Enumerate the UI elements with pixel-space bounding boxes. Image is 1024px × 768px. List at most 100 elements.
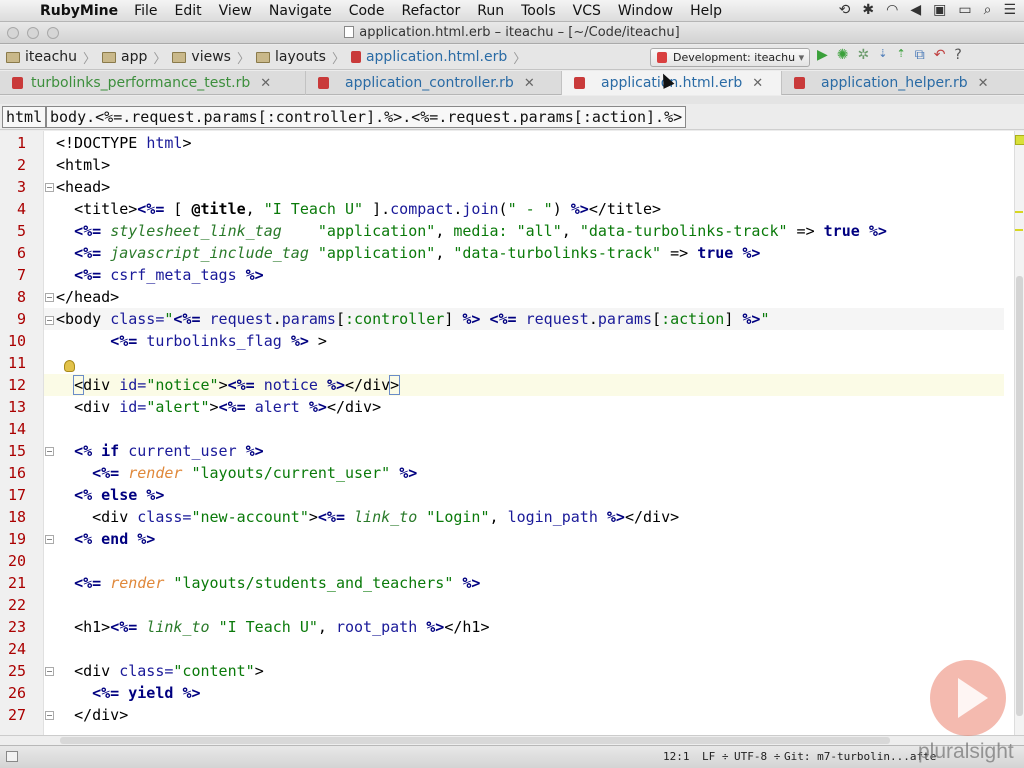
menu-navigate[interactable]: Navigate: [269, 3, 332, 19]
menu-window[interactable]: Window: [618, 3, 673, 19]
tab-turbolinks-performance-test[interactable]: turbolinks_performance_test.rb ✕: [0, 71, 306, 95]
close-icon[interactable]: ✕: [752, 72, 763, 95]
caret-position[interactable]: 12:1: [663, 746, 690, 768]
menu-help[interactable]: Help: [690, 3, 722, 19]
line-separator[interactable]: LF ÷: [702, 746, 729, 768]
editor-tabs: turbolinks_performance_test.rb ✕ applicat…: [0, 71, 1024, 95]
code-line-3: <head>: [56, 178, 111, 196]
notification-center-icon[interactable]: ☰: [1003, 2, 1016, 18]
line-number: 18: [7, 508, 26, 526]
line-number: 26: [7, 684, 26, 702]
scrollbar-thumb[interactable]: [1016, 276, 1023, 716]
zoom-window-button[interactable]: [47, 27, 59, 39]
breadcrumb-file[interactable]: application.html.erb: [350, 49, 508, 65]
menu-tools[interactable]: Tools: [521, 3, 556, 19]
line-number: 12: [7, 376, 26, 394]
vertical-scrollbar[interactable]: [1014, 131, 1024, 735]
line-number: 24: [7, 640, 26, 658]
line-number: 17: [7, 486, 26, 504]
menu-code[interactable]: Code: [349, 3, 385, 19]
code-line-19: <% end %>: [74, 530, 156, 548]
tab-application-controller[interactable]: application_controller.rb ✕: [306, 71, 562, 95]
vcs-update-icon[interactable]: ⇣: [878, 47, 887, 63]
fold-marker[interactable]: [45, 535, 54, 544]
code-editor[interactable]: 1 2 3 4 5 6 7 8 9 10 11 12 13 14 15 16 17 18 19 20 21 22 23 24 2…: [0, 131, 1024, 735]
breadcrumb-label: views: [191, 49, 231, 65]
tab-label: application_controller.rb: [345, 74, 514, 91]
close-icon[interactable]: ✕: [524, 72, 535, 95]
window-controls: [7, 27, 59, 39]
volume-icon[interactable]: ◀: [910, 2, 921, 18]
breadcrumb-app[interactable]: app: [102, 49, 147, 65]
file-encoding[interactable]: UTF-8 ÷: [734, 746, 780, 768]
bluetooth-icon[interactable]: ✱: [862, 2, 874, 18]
breadcrumb-label: layouts: [274, 49, 326, 65]
menu-vcs[interactable]: VCS: [573, 3, 601, 19]
breadcrumb-layouts[interactable]: layouts: [255, 49, 326, 65]
fold-marker[interactable]: [45, 667, 54, 676]
menu-bar: RubyMine File Edit View Navigate Code Re…: [0, 0, 1024, 22]
menu-edit[interactable]: Edit: [175, 3, 202, 19]
window-titlebar: application.html.erb – iteachu – [~/Code…: [0, 22, 1024, 44]
help-icon[interactable]: ?: [954, 47, 961, 63]
menu-run[interactable]: Run: [477, 3, 504, 19]
run-icon[interactable]: ▶: [817, 47, 828, 63]
revert-icon[interactable]: ↶: [934, 47, 946, 63]
coverage-icon[interactable]: ✲: [858, 47, 870, 63]
fold-marker[interactable]: [45, 293, 54, 302]
horizontal-scrollbar[interactable]: [0, 735, 1024, 745]
debug-icon[interactable]: ✺: [837, 47, 849, 63]
scrollbar-thumb[interactable]: [60, 737, 890, 744]
vcs-branch[interactable]: Git: m7-turbolin...afte: [784, 746, 936, 768]
line-number: 11: [7, 354, 26, 372]
tag-crumb-html[interactable]: html: [2, 106, 47, 128]
toolbar-separator: [0, 96, 1024, 104]
code-line-15: <% if current_user %>: [74, 442, 264, 460]
line-number: 8: [16, 288, 26, 306]
keyboard-icon[interactable]: ▣: [933, 2, 946, 18]
erb-file-icon: [574, 77, 585, 89]
tab-application-helper[interactable]: application_helper.rb ✕: [782, 71, 1024, 95]
warning-marker[interactable]: [1015, 211, 1023, 213]
pluralsight-play-logo: [930, 660, 1006, 736]
minimize-window-button[interactable]: [27, 27, 39, 39]
ruby-file-icon: [12, 77, 23, 89]
vcs-commit-icon[interactable]: ⇡: [896, 47, 905, 63]
close-icon[interactable]: ✕: [260, 72, 271, 95]
search-icon[interactable]: ⌕: [984, 2, 992, 18]
tab-label: application_helper.rb: [821, 74, 968, 91]
fold-marker[interactable]: [45, 316, 54, 325]
chevron-right-icon: 〉: [331, 51, 345, 67]
time-machine-icon[interactable]: ⟲: [839, 2, 851, 18]
intention-bulb-icon[interactable]: [64, 360, 75, 372]
display-icon[interactable]: ▭: [958, 2, 971, 18]
vcs-compare-icon[interactable]: ⧉: [915, 47, 925, 63]
inspection-status-icon[interactable]: [1015, 135, 1024, 145]
line-number: 10: [7, 332, 26, 350]
breadcrumb-project[interactable]: iteachu: [6, 49, 77, 65]
menu-refactor[interactable]: Refactor: [402, 3, 461, 19]
line-number-gutter[interactable]: 1 2 3 4 5 6 7 8 9 10 11 12 13 14 15 16 17 18 19 20 21 22 23 24 2…: [0, 131, 44, 735]
tag-crumb-body[interactable]: body.<%=.request.params[:controller].%>.…: [46, 106, 687, 128]
line-number: 20: [7, 552, 26, 570]
fold-marker[interactable]: [45, 447, 54, 456]
status-tray: ⟲ ✱ ◠ ◀ ▣ ▭ ⌕ ☰: [839, 2, 1016, 18]
code-line-12: <div id="notice"><%= notice %></div>: [44, 374, 1004, 396]
breadcrumb-views[interactable]: views: [172, 49, 231, 65]
chevron-down-icon: ▾: [798, 51, 805, 64]
breadcrumb-label: application.html.erb: [365, 49, 508, 65]
close-icon[interactable]: ✕: [978, 72, 989, 95]
warning-marker[interactable]: [1015, 229, 1023, 231]
menu-file[interactable]: File: [134, 3, 157, 19]
fold-marker[interactable]: [45, 711, 54, 720]
app-menu[interactable]: RubyMine: [40, 3, 118, 19]
run-configuration-select[interactable]: Development: iteachu ▾: [650, 48, 810, 67]
fold-marker[interactable]: [45, 183, 54, 192]
wifi-icon[interactable]: ◠: [886, 2, 898, 18]
toolwindow-toggle-icon[interactable]: [6, 751, 18, 762]
code-line-25: <div class="content">: [74, 662, 264, 680]
close-window-button[interactable]: [7, 27, 19, 39]
menu-view[interactable]: View: [219, 3, 252, 19]
